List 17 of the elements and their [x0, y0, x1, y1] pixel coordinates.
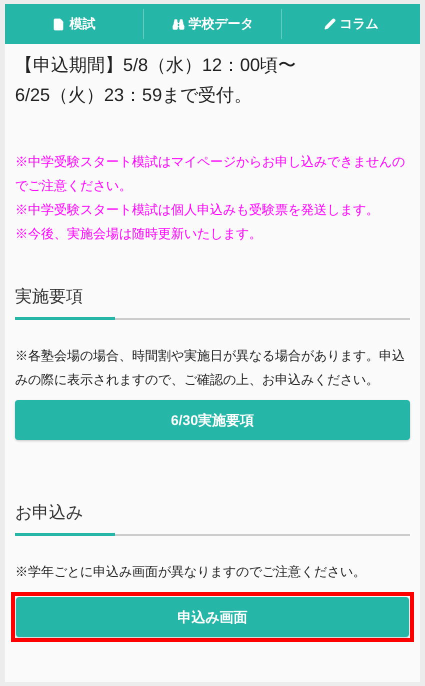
section-heading: 実施要項: [15, 286, 84, 308]
nav-tab[interactable]: 模試: [5, 9, 143, 39]
notice-text: ※中学受験スタート模試はマイページからお申し込みできませんのでご注意ください。: [15, 153, 406, 195]
nav-tab[interactable]: コラム: [281, 9, 420, 39]
pencil-icon: [324, 18, 336, 30]
section-heading: お申込み: [15, 502, 84, 524]
action-button[interactable]: 申込み画面: [16, 597, 409, 637]
action-button[interactable]: 6/30実施要項: [15, 400, 410, 440]
section-text: ※学年ごとに申込み画面が異なりますのでご注意ください。: [15, 563, 367, 581]
file-icon: [52, 18, 66, 30]
section-text: ※各塾会場の場合、時間割や実施日が異なる場合があります。申込みの際に表示されますので、ご確認の上、お申込みください。: [15, 347, 406, 389]
period-text: 6/25（火）23：59まで受付。: [15, 84, 254, 107]
nav-tab[interactable]: 学校データ: [142, 9, 282, 39]
notice-text: ※中学受験スタート模試は個人申込みも受験票を発送します。: [15, 201, 380, 219]
period-text: 【申込期間】5/8（水）12：00頃〜: [15, 54, 298, 77]
notice-text: ※今後、実施会場は随時更新いたします。: [15, 225, 263, 243]
binoculars-icon: [172, 18, 184, 30]
